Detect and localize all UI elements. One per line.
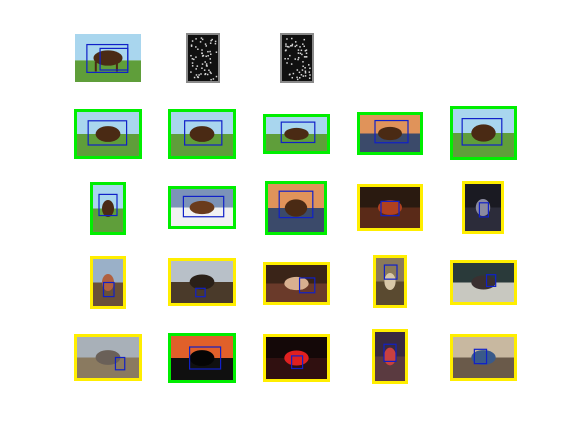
result-thumbnail — [90, 256, 126, 309]
result-thumbnail — [74, 334, 142, 381]
result-thumbnail — [90, 182, 126, 235]
result-thumbnail — [372, 329, 408, 384]
result-thumbnail — [450, 334, 517, 381]
query-image — [75, 34, 141, 82]
result-thumbnail — [263, 334, 330, 382]
result-thumbnail — [168, 186, 236, 229]
result-thumbnail — [74, 109, 142, 159]
result-thumbnail — [450, 106, 517, 160]
retrieval-figure — [74, 33, 517, 384]
result-thumbnail — [263, 262, 330, 305]
feature-map — [280, 33, 314, 83]
result-thumbnail — [373, 255, 407, 308]
result-thumbnail — [265, 181, 327, 235]
result-thumbnail — [357, 112, 423, 155]
result-thumbnail — [462, 181, 504, 234]
feature-map — [186, 33, 220, 83]
result-thumbnail — [168, 258, 236, 306]
result-thumbnail — [168, 333, 236, 383]
result-thumbnail — [263, 114, 330, 154]
result-thumbnail — [450, 260, 517, 305]
result-thumbnail — [168, 109, 236, 159]
result-thumbnail — [357, 184, 423, 231]
